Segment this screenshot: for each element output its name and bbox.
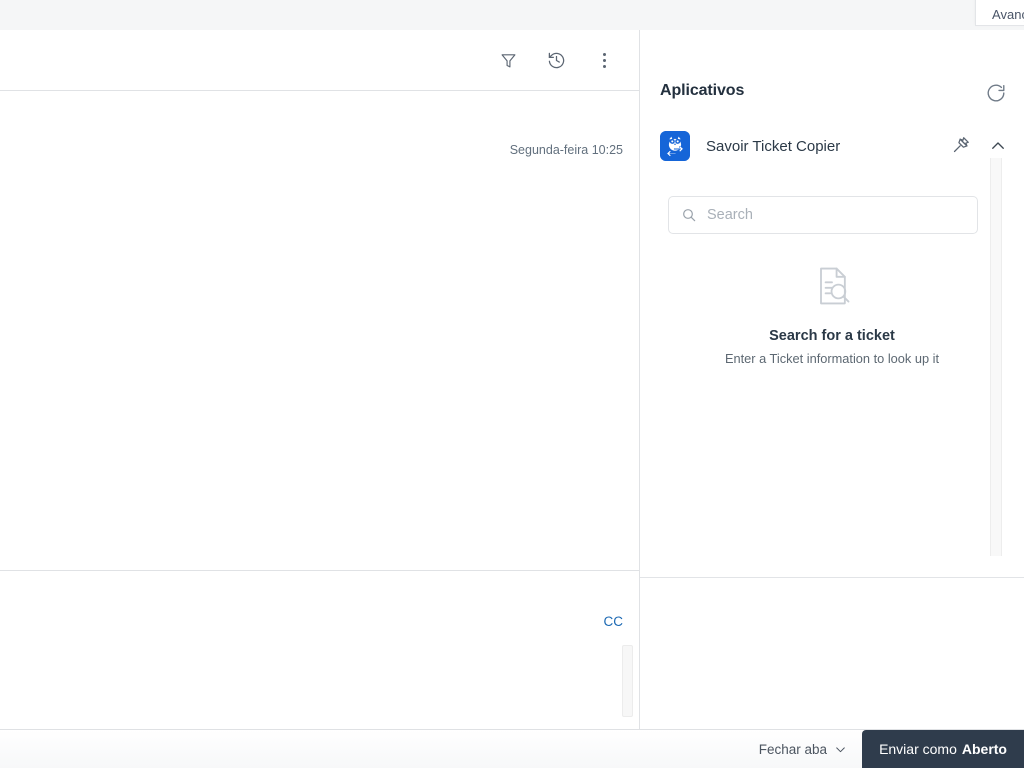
apps-scrollbar-thumb[interactable] bbox=[990, 158, 1002, 556]
history-icon[interactable] bbox=[541, 45, 571, 75]
empty-state-subtitle: Enter a Ticket information to look up it bbox=[724, 351, 940, 366]
search-input[interactable] bbox=[707, 207, 965, 223]
empty-state-title: Search for a ticket bbox=[769, 328, 895, 344]
close-tab-dropdown[interactable]: Fechar aba bbox=[759, 742, 847, 757]
empty-state: Search for a ticket Enter a Ticket infor… bbox=[640, 264, 1024, 366]
search-icon bbox=[683, 209, 696, 222]
cc-toggle[interactable]: CC bbox=[604, 614, 624, 629]
conversation-pane: Segunda-feira 10:25 CC bbox=[0, 30, 639, 749]
composer: CC bbox=[0, 571, 639, 729]
top-strip-right bbox=[639, 0, 1024, 30]
composer-scrollbar-thumb[interactable] bbox=[622, 645, 633, 717]
send-button[interactable]: Enviar como Aberto bbox=[862, 729, 1024, 768]
app-card: Savoir Ticket Copier Search Search for a… bbox=[640, 92, 1024, 577]
conversation-toolbar bbox=[0, 30, 639, 91]
search-box[interactable] bbox=[668, 196, 978, 234]
tab-avancado-label: Avanç bbox=[992, 7, 1024, 22]
chevron-down-icon bbox=[836, 746, 845, 752]
close-tab-label: Fechar aba bbox=[758, 741, 828, 757]
footer-bar: Fechar aba Enviar como Aberto bbox=[0, 729, 1024, 768]
tab-avancado[interactable]: Avanç bbox=[975, 0, 1024, 26]
app-name: Savoir Ticket Copier bbox=[706, 137, 841, 155]
owl-swap-icon bbox=[660, 131, 690, 161]
app-row-savoir-ticket-copier[interactable]: Savoir Ticket Copier bbox=[640, 124, 1024, 168]
ticket-search bbox=[668, 196, 978, 234]
filter-icon[interactable] bbox=[493, 45, 523, 75]
message-list: Segunda-feira 10:25 bbox=[0, 91, 639, 570]
chevron-up-icon[interactable] bbox=[989, 137, 1007, 155]
more-dots bbox=[602, 52, 606, 68]
document-search-icon bbox=[810, 264, 854, 313]
send-button-status: Aberto bbox=[961, 741, 1007, 757]
send-button-prefix: Enviar como bbox=[879, 741, 957, 757]
apps-pane: Aplicativos Savoir Ticket Copier Search … bbox=[640, 30, 1024, 729]
message-timestamp: Segunda-feira 10:25 bbox=[509, 143, 623, 157]
apps-panel-divider bbox=[640, 577, 1024, 578]
app-window: Avanç Segunda-feira 10:25 bbox=[0, 0, 1024, 768]
pin-icon[interactable] bbox=[951, 135, 973, 157]
more-vertical-icon[interactable] bbox=[589, 45, 619, 75]
